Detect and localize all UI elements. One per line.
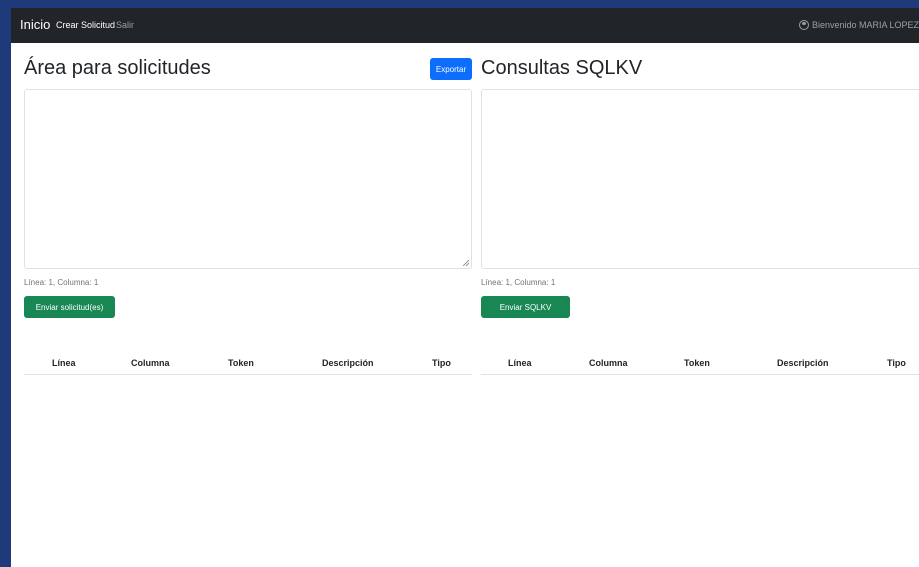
- welcome-message: Bienvenido MARIA LOPEZ: [798, 20, 919, 30]
- column-header-type: Tipo: [887, 358, 906, 368]
- nav-logout[interactable]: Salir: [116, 20, 134, 30]
- requests-cursor-position: Línea: 1, Columna: 1: [24, 278, 99, 287]
- requests-table-header: Línea Columna Token Descripción Tipo: [24, 355, 472, 375]
- user-circle-icon: [798, 20, 809, 30]
- requests-editor[interactable]: [24, 89, 472, 269]
- brand-link[interactable]: Inicio: [20, 17, 50, 32]
- nav-create-request[interactable]: Crear Solicitud: [56, 20, 115, 30]
- column-header-description: Descripción: [322, 358, 374, 368]
- column-header-description: Descripción: [777, 358, 829, 368]
- resize-grip-icon[interactable]: [463, 260, 469, 266]
- send-sqlkv-button[interactable]: Enviar SQLKV: [481, 296, 570, 318]
- column-header-column: Columna: [131, 358, 170, 368]
- sqlkv-editor[interactable]: [481, 89, 919, 269]
- column-header-token: Token: [684, 358, 710, 368]
- column-header-column: Columna: [589, 358, 628, 368]
- export-button[interactable]: Exportar: [430, 58, 472, 80]
- column-header-line: Línea: [52, 358, 76, 368]
- column-header-line: Línea: [508, 358, 532, 368]
- column-header-token: Token: [228, 358, 254, 368]
- requests-title: Área para solicitudes: [24, 57, 211, 79]
- sqlkv-table-header: Línea Columna Token Descripción Tipo: [481, 355, 919, 375]
- sqlkv-title: Consultas SQLKV: [481, 57, 643, 79]
- column-header-type: Tipo: [432, 358, 451, 368]
- navbar: Inicio Crear Solicitud Salir Bienvenido …: [11, 8, 919, 43]
- welcome-text: Bienvenido MARIA LOPEZ: [811, 20, 919, 30]
- app-window: Inicio Crear Solicitud Salir Bienvenido …: [11, 8, 919, 567]
- send-requests-button[interactable]: Enviar solicitud(es): [24, 296, 115, 318]
- sqlkv-cursor-position: Línea: 1, Columna: 1: [481, 278, 556, 287]
